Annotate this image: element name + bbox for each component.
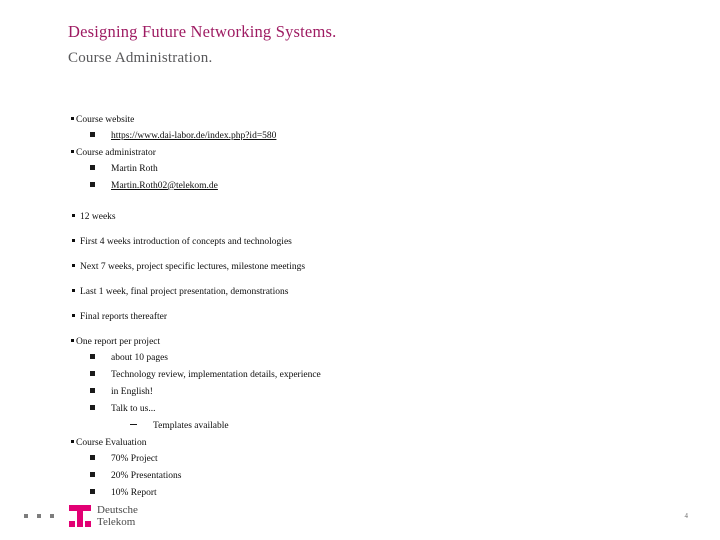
- list-item-website-url[interactable]: https://www.dai-labor.de/index.php?id=58…: [68, 128, 668, 145]
- title-block: Designing Future Networking Systems. Cou…: [68, 22, 668, 68]
- logo-dot-icon: [24, 514, 28, 518]
- line-spacer: [68, 250, 668, 259]
- telekom-t-square: [69, 521, 75, 527]
- schedule-item-2: Next 7 weeks, project specific lectures,…: [80, 262, 306, 272]
- schedule-item-4: Final reports thereafter: [80, 312, 168, 322]
- bullet-square-icon: [72, 289, 75, 292]
- list-item: 12 weeks: [68, 209, 668, 225]
- line-spacer: [68, 300, 668, 309]
- list-item-report-heading: One report per project: [68, 334, 668, 350]
- list-item-evaluation-heading: Course Evaluation: [68, 435, 668, 451]
- list-item-admin-email[interactable]: Martin.Roth02@telekom.de: [68, 178, 668, 195]
- line-spacer: [68, 225, 668, 234]
- bullet-square-icon: [71, 339, 74, 342]
- logo-dots-icon: [24, 514, 63, 518]
- schedule-item-3: Last 1 week, final project presentation,…: [80, 287, 289, 297]
- report-item-0: about 10 pages: [111, 353, 168, 363]
- bullet-square-icon: [71, 440, 74, 443]
- logo-line-2: Telekom: [97, 516, 136, 528]
- evaluation-heading: Course Evaluation: [76, 438, 147, 448]
- logo-wordmark: Deutsche Telekom: [97, 504, 138, 528]
- bullet-dash-icon: [130, 424, 137, 425]
- page-number: 4: [684, 512, 689, 520]
- list-item: 20% Presentations: [68, 468, 668, 485]
- deutsche-telekom-logo: Deutsche Telekom: [24, 504, 138, 528]
- bullet-square-icon: [72, 314, 75, 317]
- slide: Designing Future Networking Systems. Cou…: [0, 0, 720, 540]
- list-item: Final reports thereafter: [68, 309, 668, 325]
- course-website-label: Course website: [76, 115, 135, 125]
- report-item-2: in English!: [111, 387, 153, 397]
- schedule-group: 12 weeks First 4 weeks introduction of c…: [68, 209, 668, 325]
- bullet-square-icon: [71, 117, 74, 120]
- slide-body: Course website https://www.dai-labor.de/…: [68, 112, 668, 502]
- line-spacer: [68, 275, 668, 284]
- list-item: Talk to us...: [68, 401, 668, 418]
- bullet-filled-square-icon: [90, 405, 95, 410]
- report-group: One report per project about 10 pages Te…: [68, 334, 668, 435]
- list-item: in English!: [68, 384, 668, 401]
- bullet-filled-square-icon: [90, 472, 95, 477]
- telekom-t-square: [85, 505, 91, 511]
- bullet-filled-square-icon: [90, 182, 95, 187]
- logo-dot-icon: [50, 514, 54, 518]
- evaluation-item-1: 20% Presentations: [111, 471, 182, 481]
- bullet-square-icon: [72, 239, 75, 242]
- bullet-filled-square-icon: [90, 489, 95, 494]
- evaluation-item-0: 70% Project: [111, 454, 158, 464]
- logo-dot-icon: [37, 514, 41, 518]
- list-item: Technology review, implementation detail…: [68, 367, 668, 384]
- bullet-filled-square-icon: [90, 371, 95, 376]
- list-item: Next 7 weeks, project specific lectures,…: [68, 259, 668, 275]
- evaluation-group: Course Evaluation 70% Project 20% Presen…: [68, 435, 668, 502]
- list-item-templates-available: Templates available: [68, 418, 668, 435]
- evaluation-item-2: 10% Report: [111, 488, 157, 498]
- bullet-filled-square-icon: [90, 388, 95, 393]
- list-item: Last 1 week, final project presentation,…: [68, 284, 668, 300]
- course-administrator-label: Course administrator: [76, 148, 156, 158]
- report-heading: One report per project: [76, 337, 161, 347]
- schedule-item-1: First 4 weeks introduction of concepts a…: [80, 237, 292, 247]
- bullet-filled-square-icon: [90, 132, 95, 137]
- bullet-square-icon: [71, 150, 74, 153]
- list-item-course-website: Course website: [68, 112, 668, 128]
- page-title: Designing Future Networking Systems.: [68, 22, 337, 41]
- list-item: 10% Report: [68, 485, 668, 502]
- telekom-t-icon: [69, 505, 91, 527]
- list-item-course-administrator: Course administrator: [68, 145, 668, 161]
- page-subtitle: Course Administration.: [68, 50, 213, 66]
- bullet-filled-square-icon: [90, 354, 95, 359]
- schedule-item-0: 12 weeks: [80, 212, 116, 222]
- list-item: First 4 weeks introduction of concepts a…: [68, 234, 668, 250]
- bullet-square-icon: [72, 264, 75, 267]
- logo-line-1: Deutsche: [97, 504, 138, 516]
- list-item-admin-name: Martin Roth: [68, 161, 668, 178]
- bullet-filled-square-icon: [90, 165, 95, 170]
- telekom-t-square: [85, 521, 91, 527]
- bullet-square-icon: [72, 214, 75, 217]
- course-website-link[interactable]: https://www.dai-labor.de/index.php?id=58…: [111, 128, 276, 145]
- admin-email-link[interactable]: Martin.Roth02@telekom.de: [111, 178, 218, 195]
- bullet-filled-square-icon: [90, 455, 95, 460]
- admin-name: Martin Roth: [111, 164, 158, 174]
- contact-group: Course website https://www.dai-labor.de/…: [68, 112, 668, 195]
- report-item-3: Talk to us...: [111, 404, 156, 414]
- report-item-1: Technology review, implementation detail…: [111, 370, 321, 380]
- telekom-t-stem: [77, 505, 83, 527]
- list-item: about 10 pages: [68, 350, 668, 367]
- list-item: 70% Project: [68, 451, 668, 468]
- telekom-t-square: [69, 505, 75, 511]
- report-sub-item: Templates available: [153, 421, 229, 431]
